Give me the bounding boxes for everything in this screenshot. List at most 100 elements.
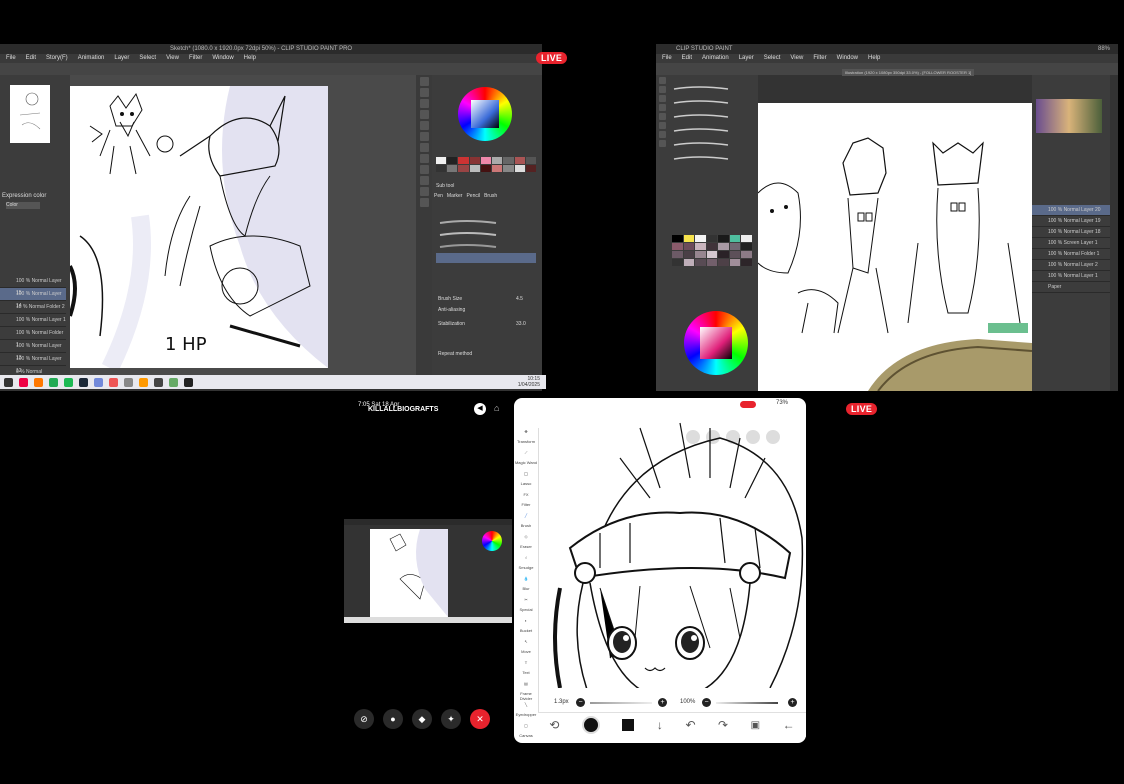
redo-icon[interactable]: ↷: [718, 718, 728, 732]
menu-item[interactable]: Animation: [78, 54, 105, 63]
layer-row[interactable]: 100 % Normal Layer 2: [1032, 260, 1110, 271]
taskbar-app-icon[interactable]: [64, 377, 73, 387]
brush-tab[interactable]: Marker: [447, 193, 463, 199]
tool-icon[interactable]: [658, 140, 666, 147]
taskbar-app-icon[interactable]: [184, 377, 193, 387]
back-icon[interactable]: ←: [783, 718, 795, 732]
menu-item[interactable]: Filter: [189, 54, 202, 63]
document-tab[interactable]: Illustration (1920 x 1080px 350dpi 33.0%…: [842, 69, 975, 76]
tool-icon[interactable]: [658, 131, 666, 138]
menu-item[interactable]: Layer: [739, 54, 754, 63]
tool-icon[interactable]: [419, 165, 429, 174]
layer-row[interactable]: 100 % Normal Layer 15: [0, 275, 66, 296]
tool-filter[interactable]: FX Filter: [514, 492, 538, 512]
color-swatches[interactable]: [436, 157, 536, 172]
menu-item[interactable]: Window: [212, 54, 233, 63]
tool-eraser[interactable]: ◇ Eraser: [514, 534, 538, 554]
menu-item[interactable]: Help: [868, 54, 880, 63]
layer-row[interactable]: 100 % Normal Layer 12: [0, 353, 66, 374]
tool-transform[interactable]: ✥ Transform: [514, 429, 538, 449]
tablet-canvas[interactable]: [540, 418, 806, 699]
tool-icon[interactable]: [658, 86, 666, 93]
tool-icon[interactable]: [419, 143, 429, 152]
tool-brush[interactable]: ╱ Brush: [514, 513, 538, 533]
tool-blur[interactable]: 💧 Blur: [514, 576, 538, 596]
brush-tab[interactable]: Brush: [484, 193, 497, 199]
drawing-canvas[interactable]: 1 HP: [70, 86, 328, 368]
brush-size-slider[interactable]: 1.3px − +: [554, 698, 668, 708]
tool-icon[interactable]: [419, 77, 429, 86]
layer-row[interactable]: 100 % Screen Layer 1: [1032, 238, 1110, 249]
menu-item[interactable]: Select: [139, 54, 156, 63]
tool-icon[interactable]: [658, 122, 666, 129]
menu-item[interactable]: Filter: [813, 54, 826, 63]
layer-row[interactable]: 100 % Normal Layer 1: [0, 314, 66, 327]
tool-smudge[interactable]: ☝ Smudge: [514, 555, 538, 575]
tool-icon[interactable]: [419, 99, 429, 108]
taskbar-app-icon[interactable]: [79, 377, 88, 387]
camera-off-icon[interactable]: ⊘: [354, 709, 374, 729]
speaker-icon[interactable]: ◀: [474, 403, 486, 415]
tool-frame-divider[interactable]: ▤ Frame Divider: [514, 681, 538, 701]
tool-lasso[interactable]: ◯ Lasso: [514, 471, 538, 491]
tool-icon[interactable]: [419, 121, 429, 130]
layer-row[interactable]: 100 % Normal Layer 13: [0, 340, 66, 361]
end-call-icon[interactable]: ✕: [470, 709, 490, 729]
tool-icon[interactable]: [419, 187, 429, 196]
minus-icon[interactable]: −: [576, 698, 585, 707]
opacity-slider[interactable]: 100% − +: [680, 698, 798, 708]
brush-list[interactable]: [668, 75, 758, 225]
taskbar-app-icon[interactable]: [94, 377, 103, 387]
taskbar-app-icon[interactable]: [139, 377, 148, 387]
plus-icon[interactable]: +: [658, 698, 667, 707]
color-picker-icon[interactable]: [622, 719, 635, 731]
layer-row[interactable]: 100 % Normal Layer 18: [1032, 227, 1110, 238]
menu-item[interactable]: Help: [244, 54, 256, 63]
brush-tab[interactable]: Pencil: [466, 193, 480, 199]
tool-icon[interactable]: [419, 154, 429, 163]
color-set-dropdown[interactable]: Color: [6, 202, 40, 209]
layer-row[interactable]: 100 % Normal Folder 1: [0, 327, 66, 348]
tool-icon[interactable]: [658, 113, 666, 120]
brush-preview-icon[interactable]: [581, 716, 600, 734]
tool-eyedropper[interactable]: ╲ Eyedropper: [514, 702, 538, 722]
layer-row[interactable]: Paper: [1032, 282, 1110, 293]
taskbar-app-icon[interactable]: [49, 377, 58, 387]
color-wheel[interactable]: [684, 311, 748, 375]
tool-icon[interactable]: [419, 88, 429, 97]
menu-item[interactable]: Edit: [682, 54, 692, 63]
menu-item[interactable]: Layer: [114, 54, 129, 63]
plus-icon[interactable]: +: [788, 698, 797, 707]
search-icon[interactable]: [4, 377, 13, 387]
shared-screen-preview[interactable]: [344, 519, 512, 623]
tool-canvas[interactable]: ▢ Canvas: [514, 723, 538, 743]
brush-size-value[interactable]: 4.5: [516, 296, 523, 302]
menu-item[interactable]: File: [662, 54, 672, 63]
taskbar-app-icon[interactable]: [154, 377, 163, 387]
menu-item[interactable]: Window: [837, 54, 858, 63]
tool-icon[interactable]: [658, 104, 666, 111]
undo-icon[interactable]: ↶: [685, 718, 695, 732]
tool-special[interactable]: ✂ Special: [514, 597, 538, 617]
effects-icon[interactable]: ✦: [441, 709, 461, 729]
layer-row[interactable]: 100 % Normal Layer 20: [1032, 205, 1110, 216]
more-icon[interactable]: ⌂: [494, 403, 499, 413]
menu-item[interactable]: Edit: [26, 54, 36, 63]
mic-icon[interactable]: ●: [383, 709, 403, 729]
taskbar-app-icon[interactable]: [34, 377, 43, 387]
tool-move[interactable]: ↖ Move: [514, 639, 538, 659]
brush-stroke-list[interactable]: [436, 215, 536, 265]
download-icon[interactable]: ↓: [657, 718, 663, 732]
stabilization-value[interactable]: 33.0: [516, 321, 526, 327]
menu-item[interactable]: Select: [764, 54, 781, 63]
tool-bucket[interactable]: ◐ Bucket: [514, 618, 538, 638]
layer-row[interactable]: 100 % Normal Layer 1: [1032, 271, 1110, 282]
tool-text[interactable]: T Text: [514, 660, 538, 680]
tool-icon[interactable]: [419, 198, 429, 207]
tool-icon[interactable]: [419, 110, 429, 119]
chat-icon[interactable]: ◆: [412, 709, 432, 729]
drawing-canvas[interactable]: [758, 103, 1032, 391]
tool-icon[interactable]: [658, 77, 666, 84]
minus-icon[interactable]: −: [702, 698, 711, 707]
taskbar-app-icon[interactable]: [124, 377, 133, 387]
